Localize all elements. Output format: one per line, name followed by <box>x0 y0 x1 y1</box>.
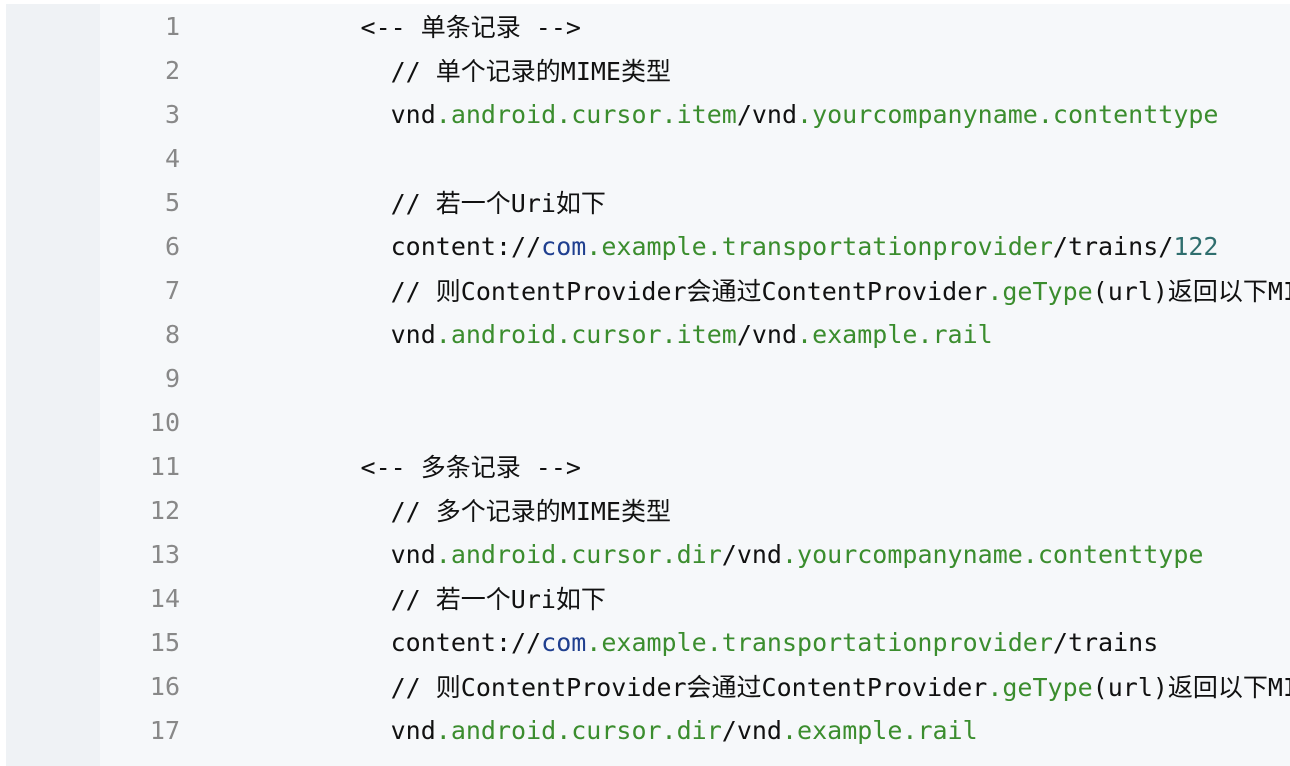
line-number: 12 <box>149 495 180 525</box>
viewport: 1 <-- 单条记录 --> 2 // 单个记录的MIME类型 3 vnd.an… <box>0 0 1290 766</box>
code-text[interactable]: vnd.android.cursor.dir/vnd.example.rail <box>210 687 978 766</box>
line-number: 17 <box>149 715 180 745</box>
code-token: .geType <box>987 277 1093 306</box>
code-line: 8 vnd.android.cursor.item/vnd.example.ra… <box>100 312 1290 356</box>
code-token: .android.cursor.item <box>435 99 737 129</box>
line-number: 13 <box>149 539 180 569</box>
line-number: 14 <box>149 583 180 613</box>
line-number-gutter <box>6 4 100 766</box>
code-content: 1 <-- 单条记录 --> 2 // 单个记录的MIME类型 3 vnd.an… <box>100 4 1290 766</box>
code-token: .yourcompanyname.contenttype <box>781 539 1204 569</box>
code-token: .example.rail <box>781 715 978 745</box>
code-token: vnd <box>360 99 436 129</box>
code-line: 17 vnd.android.cursor.dir/vnd.example.ra… <box>100 708 1290 752</box>
code-token: vnd <box>360 319 436 349</box>
line-number: 8 <box>164 319 180 349</box>
code-token: vnd <box>360 715 436 745</box>
line-number: 9 <box>164 363 180 393</box>
line-number: 16 <box>149 671 180 701</box>
line-number: 3 <box>164 99 180 129</box>
line-number: 11 <box>149 451 180 481</box>
line-number: 6 <box>164 231 180 261</box>
code-token: .android.cursor.dir <box>435 715 722 745</box>
line-number: 2 <box>164 55 180 85</box>
code-token: (url)返回以下MIME类型 <box>1092 277 1290 306</box>
code-token: .geType <box>987 673 1093 702</box>
code-block[interactable]: 1 <-- 单条记录 --> 2 // 单个记录的MIME类型 3 vnd.an… <box>6 4 1290 766</box>
line-number: 15 <box>149 627 180 657</box>
line-number: 1 <box>164 11 180 41</box>
code-token: (url)返回以下MIME类型 <box>1092 673 1290 702</box>
line-number: 4 <box>164 143 180 173</box>
line-number: 10 <box>149 407 180 437</box>
code-token: /vnd <box>721 715 782 745</box>
code-token: /vnd <box>736 319 798 349</box>
code-line: 9 <box>100 356 1290 400</box>
line-number: 5 <box>164 187 180 217</box>
code-token: .example.rail <box>797 319 993 349</box>
line-number: 7 <box>164 275 180 305</box>
code-token: .android.cursor.item <box>435 319 737 349</box>
code-token: /vnd <box>721 539 782 569</box>
code-token: /vnd <box>736 99 798 129</box>
code-line: 3 vnd.android.cursor.item/vnd.yourcompan… <box>100 92 1290 136</box>
code-token: .yourcompanyname.contenttype <box>797 99 1219 129</box>
